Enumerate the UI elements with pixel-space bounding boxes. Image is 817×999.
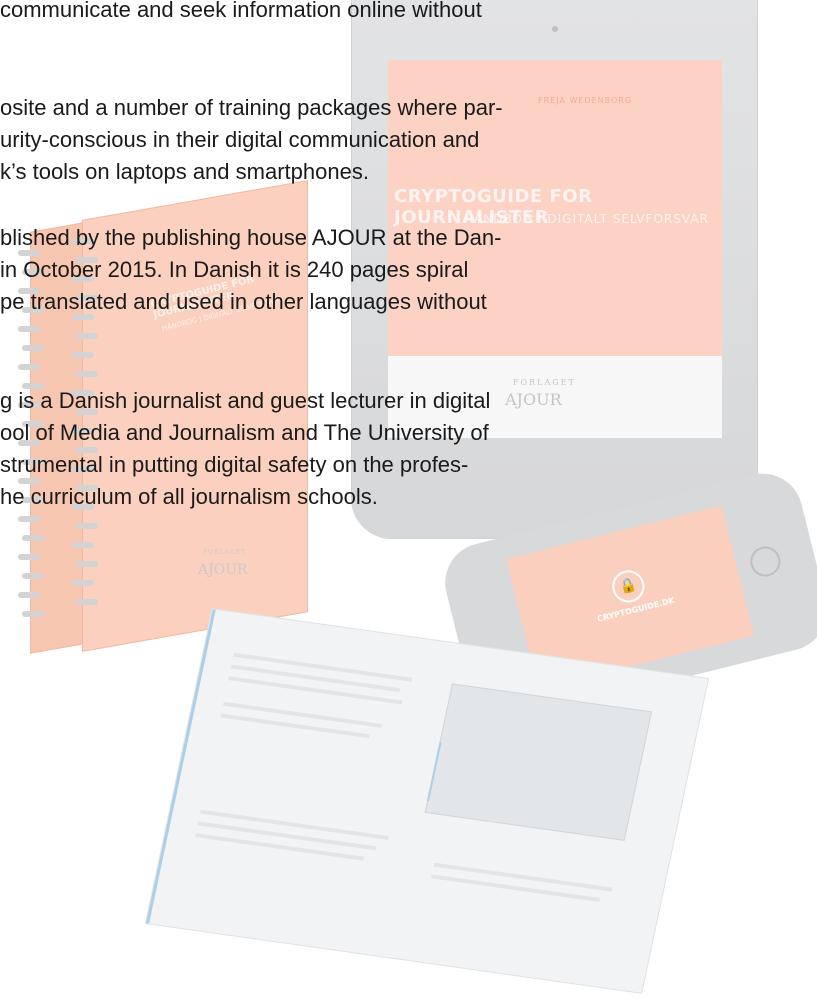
text-line: strumental in putting digital safety on … (0, 452, 469, 477)
tablet-camera (552, 26, 558, 32)
text-line: communicate and seek information online … (0, 0, 482, 22)
text-line: in October 2015. In Danish it is 240 pag… (0, 257, 469, 282)
product-scene: FREJA WEDENBORG CRYPTOGUIDE FOR JOURNALI… (0, 0, 817, 999)
text-line: osite and a number of training packages … (0, 95, 503, 120)
text-line: he curriculum of all journalism schools. (0, 484, 378, 509)
spiral-ring (22, 345, 44, 351)
spiral-ring (22, 573, 44, 579)
text-line: g is a Danish journalist and guest lectu… (0, 388, 491, 413)
text-line: pe translated and used in other language… (0, 289, 487, 314)
spiral-ring (22, 611, 44, 617)
spiral-ring (76, 333, 98, 339)
text-line: urity-conscious in their digital communi… (0, 127, 480, 152)
tablet-publisher: AJOUR (505, 390, 562, 409)
spiral-ring (18, 554, 40, 560)
book-publisher: AJOUR (198, 562, 248, 578)
text-line (228, 676, 403, 705)
spiral-ring (72, 542, 94, 548)
text-line (194, 833, 365, 861)
spiral-ring (76, 523, 98, 529)
spiral-ring (76, 599, 98, 605)
text-line: ool of Media and Journalism and The Univ… (0, 420, 489, 445)
spiral-ring (72, 580, 94, 586)
book-publisher-small: FORLAGET (203, 549, 247, 556)
spiral-ring (76, 371, 98, 377)
phone-home-button (747, 543, 784, 580)
spiral-ring (18, 326, 40, 332)
spiral-ring (18, 364, 40, 370)
text-line: blished by the publishing house AJOUR at… (0, 225, 502, 250)
lock-icon: 🔒 (608, 567, 648, 606)
page-screenshot (424, 683, 653, 841)
open-book (144, 608, 710, 994)
spiral-ring (72, 352, 94, 358)
text-line (430, 874, 601, 902)
tablet-author: FREJA WEDENBORG (538, 96, 633, 105)
tablet-book-subtitle: HÅNDBOG I DIGITALT SELVFORSVAR (464, 212, 709, 226)
spiral-ring (22, 535, 44, 541)
text-line: k’s tools on laptops and smartphones. (0, 159, 369, 184)
page-edge (146, 609, 216, 924)
text-line (220, 713, 370, 739)
spiral-ring (76, 561, 98, 567)
spiral-ring (18, 592, 40, 598)
tablet-publisher-small: FORLAGET (513, 378, 576, 387)
spiral-ring (18, 516, 40, 522)
